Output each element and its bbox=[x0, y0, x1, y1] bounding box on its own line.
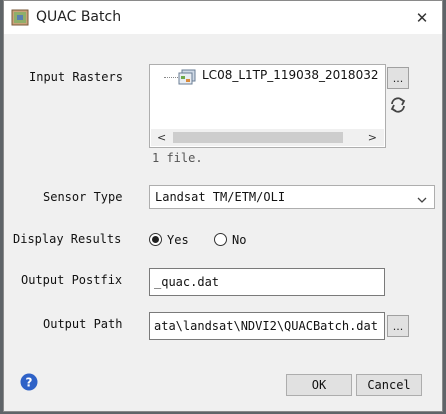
file-count: 1 file. bbox=[152, 151, 203, 165]
ok-button[interactable]: OK bbox=[286, 374, 352, 396]
chevron-down-icon bbox=[416, 191, 428, 203]
raster-file-name[interactable]: LC08_L1TP_119038_2018032 bbox=[202, 68, 378, 82]
scrollbar-thumb[interactable] bbox=[173, 132, 343, 143]
help-icon[interactable]: ? bbox=[20, 373, 38, 391]
output-path-input[interactable]: ata\landsat\NDVI2\QUACBatch.dat bbox=[149, 312, 385, 340]
scroll-left-icon[interactable]: < bbox=[157, 129, 166, 146]
output-postfix-input[interactable]: _quac.dat bbox=[149, 268, 385, 296]
input-rasters-label: Input Rasters bbox=[29, 70, 123, 84]
window-title: QUAC Batch bbox=[36, 9, 122, 25]
svg-text:?: ? bbox=[26, 376, 33, 390]
cancel-button[interactable]: Cancel bbox=[356, 374, 422, 396]
scroll-right-icon[interactable]: > bbox=[368, 129, 377, 146]
input-rasters-list[interactable]: LC08_L1TP_119038_2018032 < > bbox=[149, 64, 386, 148]
display-results-no-radio[interactable] bbox=[214, 233, 227, 246]
refresh-icon[interactable] bbox=[389, 96, 407, 114]
sensor-type-value: Landsat TM/ETM/OLI bbox=[155, 190, 286, 204]
tree-connector bbox=[164, 77, 178, 78]
close-button[interactable]: ✕ bbox=[411, 8, 433, 28]
display-results-no-label[interactable]: No bbox=[232, 233, 246, 247]
title-bar: QUAC Batch ✕ bbox=[4, 1, 442, 34]
display-results-yes-radio[interactable] bbox=[149, 233, 162, 246]
browse-output-button[interactable]: ... bbox=[387, 315, 409, 337]
quac-batch-dialog: QUAC Batch ✕ Input Rasters LC08_L1TP_119… bbox=[3, 0, 443, 412]
app-icon bbox=[11, 9, 29, 26]
output-postfix-label: Output Postfix bbox=[21, 273, 123, 287]
sensor-type-label: Sensor Type bbox=[43, 190, 123, 204]
browse-rasters-button[interactable]: ... bbox=[387, 67, 409, 89]
display-results-yes-label[interactable]: Yes bbox=[167, 233, 189, 247]
display-results-label: Display Results bbox=[13, 232, 122, 246]
sensor-type-select[interactable]: Landsat TM/ETM/OLI bbox=[149, 185, 435, 209]
horizontal-scrollbar[interactable]: < > bbox=[151, 129, 384, 146]
output-path-label: Output Path bbox=[43, 317, 123, 331]
raster-file-icon bbox=[178, 69, 196, 85]
